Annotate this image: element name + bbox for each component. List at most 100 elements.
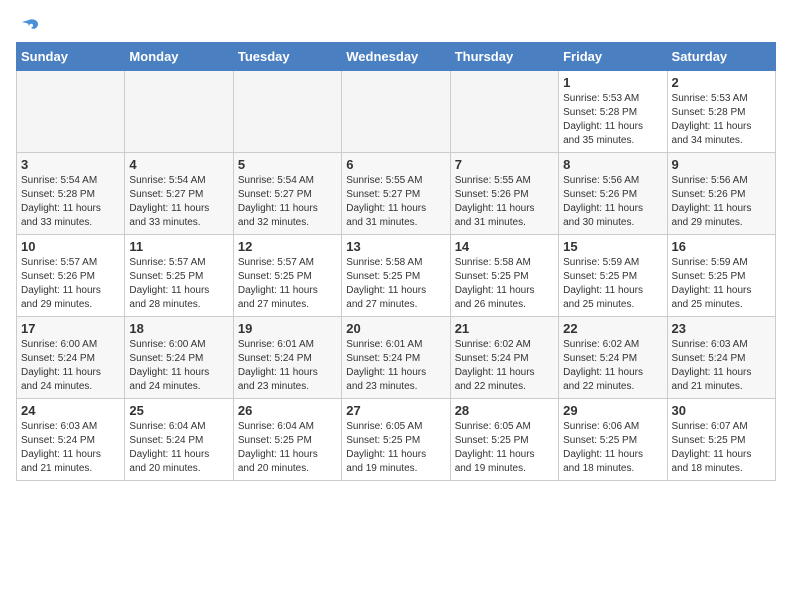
header-row: SundayMondayTuesdayWednesdayThursdayFrid… [17,43,776,71]
calendar-cell: 28Sunrise: 6:05 AM Sunset: 5:25 PM Dayli… [450,399,558,481]
column-header-saturday: Saturday [667,43,775,71]
logo-bird-icon [18,16,40,38]
day-info: Sunrise: 5:53 AM Sunset: 5:28 PM Dayligh… [672,92,771,148]
calendar-cell: 15Sunrise: 5:59 AM Sunset: 5:25 PM Dayli… [559,235,667,317]
day-info: Sunrise: 6:02 AM Sunset: 5:24 PM Dayligh… [563,338,662,394]
calendar-cell: 4 Sunrise: 5:54 AM Sunset: 5:27 PM Daylig… [125,153,233,235]
calendar-cell: 21 Sunrise: 6:02 AM Sunset: 5:24 PM Dayli… [450,317,558,399]
day-info: Sunrise: 6:04 AM Sunset: 5:24 PM Dayligh… [129,420,228,476]
calendar-cell [342,71,450,153]
column-header-friday: Friday [559,43,667,71]
day-number: 18 [129,321,228,336]
day-number: 14 [455,239,554,254]
week-row-3: 10 Sunrise: 5:57 AM Sunset: 5:26 PM Dayli… [17,235,776,317]
day-info: Sunrise: 5:56 AM Sunset: 5:26 PM Dayligh… [672,174,771,230]
day-number: 2 [672,75,771,90]
column-header-thursday: Thursday [450,43,558,71]
day-info: Sunrise: 5:54 AM Sunset: 5:27 PM Dayligh… [129,174,228,230]
day-number: 16 [672,239,771,254]
calendar-cell: 18 Sunrise: 6:00 AM Sunset: 5:24 PM Dayli… [125,317,233,399]
day-number: 17 [21,321,120,336]
day-number: 21 [455,321,554,336]
calendar-cell: 1 Sunrise: 5:53 AM Sunset: 5:28 PM Daylig… [559,71,667,153]
column-header-sunday: Sunday [17,43,125,71]
calendar-cell: 16 Sunrise: 5:59 AM Sunset: 5:25 PM Dayli… [667,235,775,317]
calendar-cell [17,71,125,153]
day-number: 6 [346,157,445,172]
calendar-cell: 29 Sunrise: 6:06 AM Sunset: 5:25 PM Dayli… [559,399,667,481]
calendar-cell: 12Sunrise: 5:57 AM Sunset: 5:25 PM Dayli… [233,235,341,317]
day-number: 8 [563,157,662,172]
day-number: 22 [563,321,662,336]
week-row-4: 17 Sunrise: 6:00 AM Sunset: 5:24 PM Dayli… [17,317,776,399]
calendar-cell: 14 Sunrise: 5:58 AM Sunset: 5:25 PM Dayli… [450,235,558,317]
calendar-cell [233,71,341,153]
day-info: Sunrise: 5:54 AM Sunset: 5:27 PM Dayligh… [238,174,337,230]
day-info: Sunrise: 5:53 AM Sunset: 5:28 PM Dayligh… [563,92,662,148]
day-info: Sunrise: 6:00 AM Sunset: 5:24 PM Dayligh… [21,338,120,394]
calendar-table: SundayMondayTuesdayWednesdayThursdayFrid… [16,42,776,481]
calendar-cell [450,71,558,153]
day-info: Sunrise: 5:57 AM Sunset: 5:26 PM Dayligh… [21,256,120,312]
week-row-1: 1 Sunrise: 5:53 AM Sunset: 5:28 PM Daylig… [17,71,776,153]
calendar-cell: 20 Sunrise: 6:01 AM Sunset: 5:24 PM Dayli… [342,317,450,399]
day-info: Sunrise: 5:58 AM Sunset: 5:25 PM Dayligh… [455,256,554,312]
day-number: 30 [672,403,771,418]
day-info: Sunrise: 6:04 AM Sunset: 5:25 PM Dayligh… [238,420,337,476]
day-number: 24 [21,403,120,418]
calendar-cell: 23Sunrise: 6:03 AM Sunset: 5:24 PM Dayli… [667,317,775,399]
day-number: 7 [455,157,554,172]
week-row-2: 3 Sunrise: 5:54 AM Sunset: 5:28 PM Daylig… [17,153,776,235]
day-number: 3 [21,157,120,172]
day-info: Sunrise: 6:03 AM Sunset: 5:24 PM Dayligh… [672,338,771,394]
column-header-monday: Monday [125,43,233,71]
day-number: 15 [563,239,662,254]
calendar-cell: 22 Sunrise: 6:02 AM Sunset: 5:24 PM Dayli… [559,317,667,399]
day-info: Sunrise: 6:03 AM Sunset: 5:24 PM Dayligh… [21,420,120,476]
calendar-cell: 2 Sunrise: 5:53 AM Sunset: 5:28 PM Daylig… [667,71,775,153]
day-info: Sunrise: 6:05 AM Sunset: 5:25 PM Dayligh… [346,420,445,476]
day-number: 13 [346,239,445,254]
day-info: Sunrise: 6:05 AM Sunset: 5:25 PM Dayligh… [455,420,554,476]
week-row-5: 24 Sunrise: 6:03 AM Sunset: 5:24 PM Dayli… [17,399,776,481]
calendar-cell: 7 Sunrise: 5:55 AM Sunset: 5:26 PM Daylig… [450,153,558,235]
column-header-tuesday: Tuesday [233,43,341,71]
calendar-cell: 11 Sunrise: 5:57 AM Sunset: 5:25 PM Dayli… [125,235,233,317]
day-info: Sunrise: 5:59 AM Sunset: 5:25 PM Dayligh… [672,256,771,312]
day-info: Sunrise: 6:07 AM Sunset: 5:25 PM Dayligh… [672,420,771,476]
day-info: Sunrise: 6:00 AM Sunset: 5:24 PM Dayligh… [129,338,228,394]
calendar-cell: 30 Sunrise: 6:07 AM Sunset: 5:25 PM Dayli… [667,399,775,481]
column-header-wednesday: Wednesday [342,43,450,71]
day-number: 4 [129,157,228,172]
calendar-cell: 27 Sunrise: 6:05 AM Sunset: 5:25 PM Dayli… [342,399,450,481]
day-info: Sunrise: 5:55 AM Sunset: 5:27 PM Dayligh… [346,174,445,230]
logo [16,16,40,34]
calendar-cell: 6 Sunrise: 5:55 AM Sunset: 5:27 PM Daylig… [342,153,450,235]
day-number: 25 [129,403,228,418]
day-info: Sunrise: 6:06 AM Sunset: 5:25 PM Dayligh… [563,420,662,476]
day-info: Sunrise: 5:56 AM Sunset: 5:26 PM Dayligh… [563,174,662,230]
day-info: Sunrise: 5:55 AM Sunset: 5:26 PM Dayligh… [455,174,554,230]
calendar-cell [125,71,233,153]
calendar-cell: 19 Sunrise: 6:01 AM Sunset: 5:24 PM Dayli… [233,317,341,399]
day-number: 11 [129,239,228,254]
day-number: 26 [238,403,337,418]
day-info: Sunrise: 6:02 AM Sunset: 5:24 PM Dayligh… [455,338,554,394]
calendar-cell: 25 Sunrise: 6:04 AM Sunset: 5:24 PM Dayli… [125,399,233,481]
header [16,16,776,34]
day-info: Sunrise: 6:01 AM Sunset: 5:24 PM Dayligh… [238,338,337,394]
calendar-cell: 5Sunrise: 5:54 AM Sunset: 5:27 PM Daylig… [233,153,341,235]
day-number: 20 [346,321,445,336]
day-info: Sunrise: 5:57 AM Sunset: 5:25 PM Dayligh… [129,256,228,312]
day-info: Sunrise: 6:01 AM Sunset: 5:24 PM Dayligh… [346,338,445,394]
calendar-cell: 24 Sunrise: 6:03 AM Sunset: 5:24 PM Dayli… [17,399,125,481]
calendar-cell: 17 Sunrise: 6:00 AM Sunset: 5:24 PM Dayli… [17,317,125,399]
day-number: 27 [346,403,445,418]
calendar-cell: 3 Sunrise: 5:54 AM Sunset: 5:28 PM Daylig… [17,153,125,235]
day-number: 10 [21,239,120,254]
day-number: 29 [563,403,662,418]
day-number: 1 [563,75,662,90]
day-number: 19 [238,321,337,336]
day-info: Sunrise: 5:54 AM Sunset: 5:28 PM Dayligh… [21,174,120,230]
calendar-cell: 10 Sunrise: 5:57 AM Sunset: 5:26 PM Dayli… [17,235,125,317]
